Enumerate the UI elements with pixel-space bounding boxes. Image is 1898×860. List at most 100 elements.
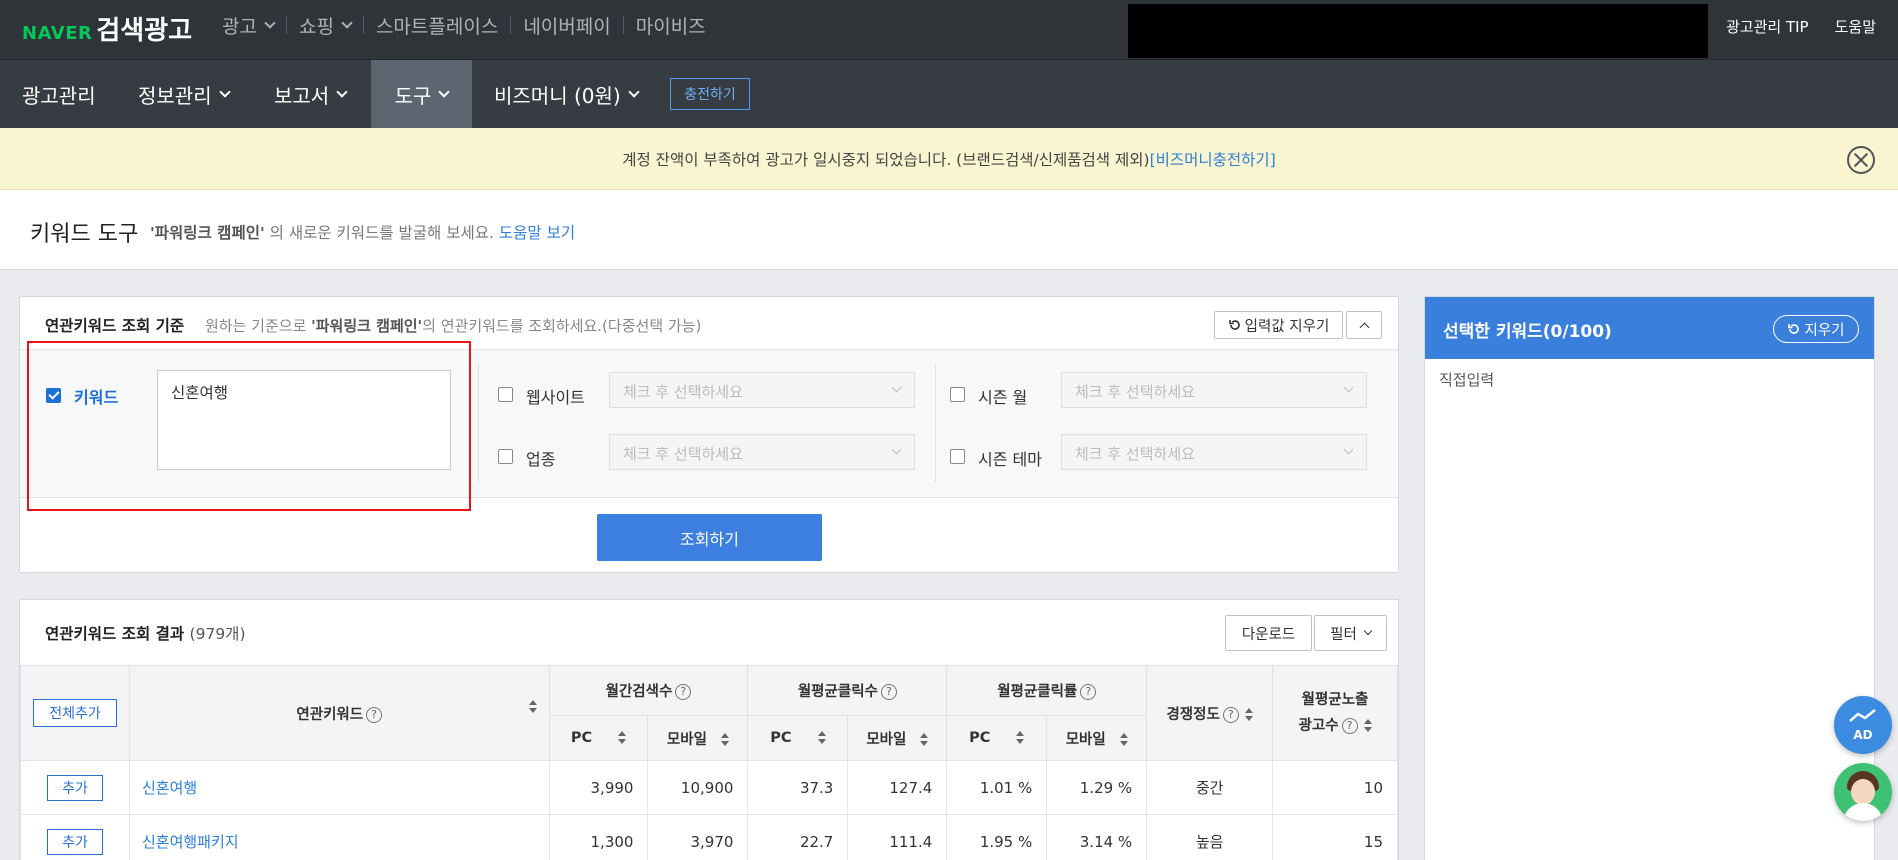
ad-tip-link[interactable]: 광고관리 TIP (1726, 16, 1809, 37)
header-search-mobile[interactable]: 모바일 (647, 715, 749, 761)
bizmoney-charge-link[interactable]: [비즈머니충전하기] (1150, 151, 1276, 169)
reset-input-button[interactable]: 입력값 지우기 (1214, 311, 1343, 339)
ad-chart-fab[interactable]: AD (1834, 696, 1892, 754)
results-title: 연관키워드 조회 결과 (979개) (45, 625, 246, 643)
header-competition[interactable]: 경쟁정도? (1146, 665, 1274, 761)
website-select[interactable]: 체크 후 선택하세요 (609, 372, 915, 408)
ctr-mobile-cell: 1.29 % (1046, 760, 1148, 815)
add-all-header: 전체추가 (20, 665, 130, 761)
avatar-body (1843, 803, 1883, 821)
sort-icon[interactable] (1363, 719, 1372, 733)
naver-searchad-logo[interactable]: NAVER 검색광고 (22, 10, 192, 47)
avatar-face (1851, 779, 1875, 805)
search-button[interactable]: 조회하기 (597, 514, 822, 561)
search-pc-cell: 1,300 (548, 814, 649, 860)
header-monthly-search: 월간검색수? (548, 665, 749, 716)
nav-tools[interactable]: 도구 (371, 60, 472, 128)
top-nav-naverpay[interactable]: 네이버페이 (511, 12, 622, 38)
nav-info-management[interactable]: 정보관리 (138, 60, 231, 128)
top-nav-shopping[interactable]: 쇼핑 (287, 12, 363, 38)
top-links: 광고관리 TIP 도움말 (1726, 16, 1876, 37)
divider (935, 364, 936, 482)
website-checkbox[interactable] (498, 387, 513, 402)
help-icon[interactable]: ? (1080, 684, 1097, 700)
help-guide-link[interactable]: 도움말 보기 (499, 224, 575, 242)
sort-icon[interactable] (1119, 732, 1128, 747)
add-keyword-button[interactable]: 추가 (46, 828, 103, 855)
header-ctr-pc[interactable]: PC (946, 715, 1048, 761)
header-ad-count[interactable]: 월평균노출 광고수? (1272, 665, 1398, 761)
header-ctr-mobile[interactable]: 모바일 (1046, 715, 1148, 761)
website-label: 웹사이트 (526, 388, 585, 407)
refresh-icon (1228, 320, 1240, 330)
season-theme-checkbox[interactable] (950, 449, 965, 464)
help-icon[interactable]: ? (880, 684, 897, 700)
industry-label: 업종 (526, 450, 556, 469)
keyword-cell: 신혼여행패키지 (128, 814, 550, 860)
header-keyword[interactable]: 연관키워드? (128, 665, 550, 761)
service-name: 검색광고 (96, 16, 193, 46)
click-mobile-cell: 127.4 (847, 760, 948, 815)
chevron-down-icon (1363, 626, 1373, 635)
selected-keywords-title: 선택한 키워드(0/100) (1443, 322, 1612, 342)
collapse-button[interactable] (1346, 311, 1382, 339)
table-row: 추가 신혼여행패키지 1,300 3,970 22.7 111.4 1.95 %… (20, 814, 1398, 860)
nav-bizmoney[interactable]: 비즈머니 (0원) (494, 60, 640, 128)
help-icon[interactable]: ? (366, 706, 383, 723)
clear-selected-button[interactable]: 지우기 (1773, 315, 1859, 343)
season-theme-label: 시즌 테마 (978, 450, 1042, 469)
sort-icon[interactable] (920, 732, 929, 747)
season-month-select[interactable]: 체크 후 선택하세요 (1061, 372, 1367, 408)
close-icon[interactable] (1847, 146, 1875, 174)
top-nav-mybiz[interactable]: 마이비즈 (624, 12, 718, 38)
sort-icon[interactable] (817, 731, 826, 745)
page-header: 키워드 도구 '파워링크 캠페인' 의 새로운 키워드를 발굴해 보세요. 도움… (0, 190, 1898, 270)
keyword-link[interactable]: 신혼여행패키지 (142, 833, 239, 851)
results-table: 전체추가 연관키워드? 월간검색수? 월평균클릭수? 월평균클릭률? 경쟁정도?… (20, 665, 1398, 860)
help-icon[interactable]: ? (1222, 706, 1239, 723)
industry-select[interactable]: 체크 후 선택하세요 (609, 434, 915, 470)
chatbot-avatar-fab[interactable] (1834, 763, 1892, 821)
sort-icon[interactable] (720, 732, 729, 747)
ctr-pc-cell: 1.95 % (946, 814, 1048, 860)
chevron-down-icon (438, 85, 451, 98)
top-nav-ad[interactable]: 광고 (210, 12, 286, 38)
add-cell: 추가 (20, 814, 130, 860)
chevron-down-icon (891, 382, 902, 393)
header-click-mobile[interactable]: 모바일 (847, 715, 948, 761)
chevron-down-icon (628, 85, 640, 98)
sort-icon[interactable] (528, 700, 537, 714)
search-mobile-cell: 3,970 (647, 814, 749, 860)
chevron-down-icon (341, 16, 353, 29)
nav-ad-management[interactable]: 광고관리 (22, 60, 96, 128)
chevron-down-icon (1343, 444, 1354, 455)
charge-button[interactable]: 충전하기 (670, 78, 750, 110)
industry-checkbox[interactable] (498, 449, 513, 464)
header-search-pc[interactable]: PC (548, 715, 649, 761)
download-button[interactable]: 다운로드 (1225, 615, 1312, 651)
filter-button[interactable]: 필터 (1314, 615, 1387, 651)
sort-icon[interactable] (1244, 707, 1253, 722)
season-theme-select[interactable]: 체크 후 선택하세요 (1061, 434, 1367, 470)
search-pc-cell: 3,990 (548, 760, 649, 815)
help-icon[interactable]: ? (675, 684, 692, 700)
sort-icon[interactable] (618, 731, 627, 745)
nav-reports[interactable]: 보고서 (274, 60, 348, 128)
add-keyword-button[interactable]: 추가 (46, 774, 103, 801)
click-pc-cell: 22.7 (747, 814, 849, 860)
chevron-up-icon (1359, 322, 1369, 332)
season-month-checkbox[interactable] (950, 387, 965, 402)
help-icon[interactable]: ? (1341, 718, 1358, 734)
competition-cell: 높음 (1146, 814, 1274, 860)
top-nav: 광고 쇼핑 스마트플레이스 네이버페이 마이비즈 (210, 12, 718, 38)
keyword-link[interactable]: 신혼여행 (142, 779, 197, 797)
add-all-button[interactable]: 전체추가 (32, 699, 117, 727)
header-click-pc[interactable]: PC (747, 715, 849, 761)
help-link[interactable]: 도움말 (1835, 16, 1876, 37)
naver-logo-text: NAVER (22, 23, 93, 44)
direct-input-label[interactable]: 직접입력 (1439, 369, 1494, 390)
sort-icon[interactable] (1016, 731, 1025, 745)
top-nav-smartplace[interactable]: 스마트플레이스 (364, 12, 510, 38)
ctr-mobile-cell: 3.14 % (1046, 814, 1148, 860)
chevron-down-icon (336, 85, 348, 98)
